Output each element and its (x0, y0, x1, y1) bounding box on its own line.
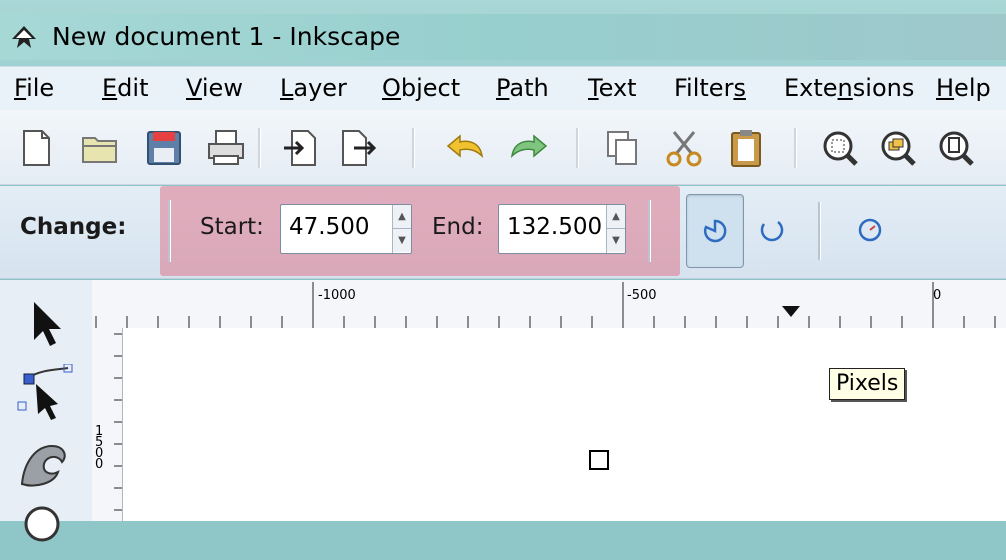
units-tooltip: Pixels (829, 368, 906, 400)
work-area: -1000 -500 0 1 5 0 0 Pixels (0, 280, 1006, 542)
start-angle-value: 47.500 (289, 214, 370, 240)
open-arc-toggle[interactable] (744, 194, 800, 266)
menu-filters[interactable]: Filters (674, 74, 746, 102)
selector-tool-icon[interactable] (14, 294, 74, 354)
ruler-label: -500 (627, 288, 657, 303)
toolbar-separator (258, 128, 261, 168)
toolbar-separator (794, 128, 797, 168)
ruler-pointer-icon (782, 306, 800, 317)
horizontal-ruler: -1000 -500 0 (92, 280, 1006, 329)
duplicate-icon[interactable] (600, 126, 644, 170)
change-label: Change: (20, 214, 127, 240)
make-whole-icon (858, 218, 882, 242)
tool-controls-bar: Change: Start: 47.500 ▲ ▼ End: 132.500 ▲… (0, 186, 1006, 279)
ruler-label: 0 (95, 457, 104, 472)
menu-file[interactable]: File (14, 74, 54, 102)
menu-edit[interactable]: Edit (102, 74, 148, 102)
end-spin-buttons: ▲ ▼ (606, 205, 625, 253)
end-angle-value: 132.500 (507, 214, 603, 240)
toolbox (0, 280, 92, 542)
menu-path[interactable]: Path (496, 74, 549, 102)
cut-icon[interactable] (662, 126, 706, 170)
start-decrement-button[interactable]: ▼ (393, 229, 411, 252)
import-icon[interactable] (280, 126, 324, 170)
ruler-label: -1000 (318, 288, 356, 303)
ruler-label: 0 (933, 288, 942, 303)
zoom-selection-icon[interactable] (818, 126, 862, 170)
end-label: End: (432, 214, 484, 240)
menu-extensions[interactable]: Extensions (784, 74, 914, 102)
end-angle-spinbox[interactable]: 132.500 ▲ ▼ (498, 204, 626, 254)
make-whole-toggle[interactable] (842, 194, 898, 266)
node-tool-icon[interactable] (14, 363, 74, 424)
open-arc-icon (760, 221, 784, 242)
redo-icon[interactable] (506, 126, 550, 170)
print-icon[interactable] (204, 126, 248, 170)
new-document-icon[interactable] (14, 126, 58, 170)
end-increment-button[interactable]: ▲ (607, 205, 625, 229)
inkscape-logo-icon (12, 26, 36, 48)
start-increment-button[interactable]: ▲ (393, 205, 411, 229)
controls-separator (648, 200, 651, 262)
drawing-canvas[interactable]: Pixels (123, 328, 1006, 521)
zoom-drawing-icon[interactable] (876, 126, 920, 170)
title-bar: New document 1 - Inkscape (0, 14, 1006, 60)
controls-separator (168, 200, 171, 262)
tweak-tool-icon[interactable] (14, 432, 74, 492)
start-spin-buttons: ▲ ▼ (392, 205, 411, 253)
export-icon[interactable] (336, 126, 380, 170)
undo-icon[interactable] (444, 126, 488, 170)
selection-handle[interactable] (589, 450, 609, 470)
vertical-ruler: 1 5 0 0 (92, 328, 123, 521)
menu-help[interactable]: Help (936, 74, 991, 102)
commands-toolbar (0, 110, 1006, 185)
controls-separator (818, 202, 821, 260)
start-label: Start: (200, 214, 264, 240)
end-decrement-button[interactable]: ▼ (607, 229, 625, 252)
menu-layer[interactable]: Layer (280, 74, 347, 102)
menu-object[interactable]: Object (382, 74, 460, 102)
menu-view[interactable]: View (186, 74, 243, 102)
closed-arc-toggle[interactable] (686, 194, 744, 268)
toolbar-separator (412, 128, 415, 168)
save-icon[interactable] (142, 126, 186, 170)
closed-arc-icon (703, 219, 727, 243)
zoom-tool-icon[interactable] (14, 496, 74, 556)
horizontal-ruler-ticks (95, 282, 996, 328)
window-title: New document 1 - Inkscape (52, 22, 401, 51)
paste-icon[interactable] (724, 126, 768, 170)
toolbar-separator (576, 128, 579, 168)
menu-file-rest: ile (26, 74, 55, 102)
menu-text[interactable]: Text (588, 74, 637, 102)
start-angle-spinbox[interactable]: 47.500 ▲ ▼ (280, 204, 412, 254)
menu-bar: File Edit View Layer Object Path Text Fi… (0, 66, 1006, 111)
open-icon[interactable] (78, 126, 122, 170)
zoom-page-icon[interactable] (934, 126, 978, 170)
